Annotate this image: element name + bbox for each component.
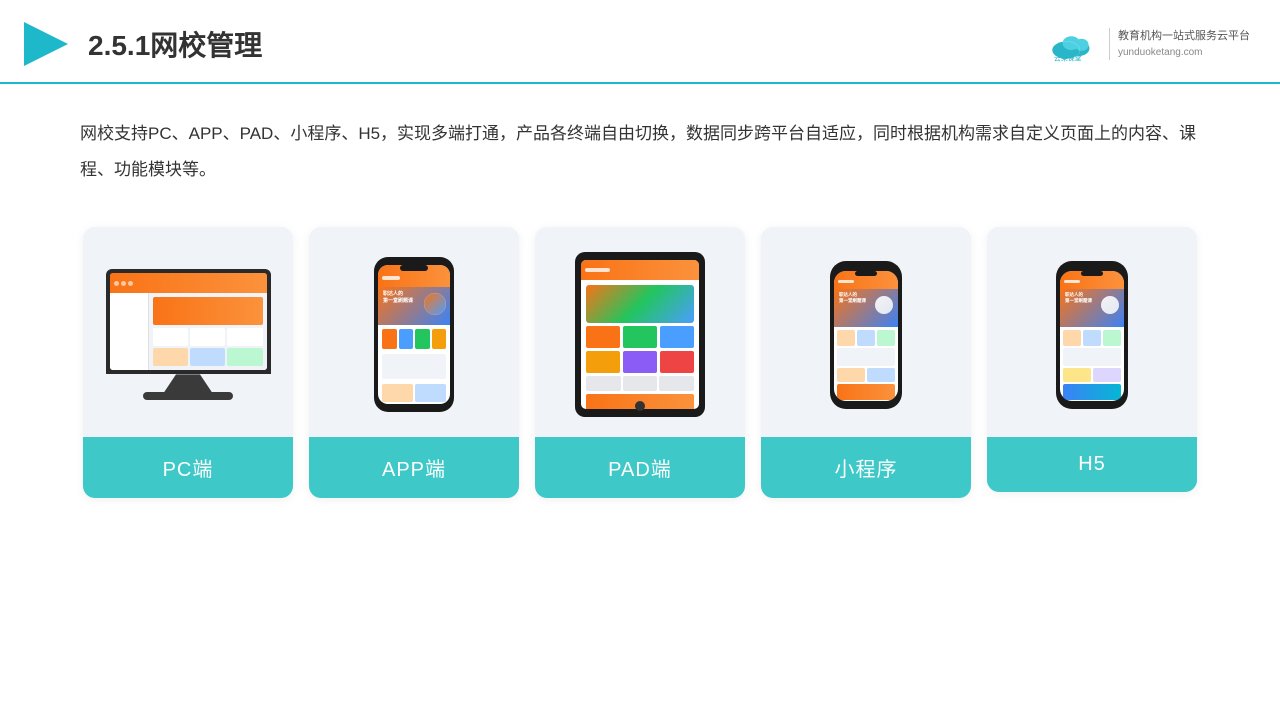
- card-pad: PAD端: [535, 227, 745, 498]
- card-h5-label: H5: [987, 437, 1197, 492]
- card-app: 职达人的第一堂刷题课: [309, 227, 519, 498]
- page-header: 2.5.1网校管理 云朵课堂 教育机构一站式服务云平台 yunduoketang…: [0, 0, 1280, 84]
- logo-text: 教育机构一站式服务云平台 yunduoketang.com: [1109, 28, 1250, 60]
- app-phone-icon: 职达人的第一堂刷题课: [374, 257, 454, 412]
- card-pad-image: [535, 227, 745, 437]
- card-miniapp-label: 小程序: [761, 437, 971, 498]
- card-h5: 职达人的第一堂刷题课: [987, 227, 1197, 492]
- miniapp-phone-icon: 职达人的第一堂刷题课: [830, 261, 902, 409]
- card-app-label: APP端: [309, 437, 519, 498]
- card-pc: PC端: [83, 227, 293, 498]
- description-text: 网校支持PC、APP、PAD、小程序、H5，实现多端打通，产品各终端自由切换，数…: [0, 84, 1280, 207]
- header-left: 2.5.1网校管理: [20, 18, 262, 70]
- card-miniapp-image: 职达人的第一堂刷题课: [761, 227, 971, 437]
- logo-domain: yunduoketang.com: [1118, 45, 1250, 60]
- svg-text:云朵课堂: 云朵课堂: [1054, 53, 1082, 62]
- card-pc-label: PC端: [83, 437, 293, 498]
- card-pc-image: [83, 227, 293, 437]
- cards-container: PC端 职达人的第一堂刷题课: [0, 207, 1280, 498]
- pc-monitor-icon: [106, 269, 271, 400]
- play-icon: [20, 18, 72, 70]
- card-pad-label: PAD端: [535, 437, 745, 498]
- card-h5-image: 职达人的第一堂刷题课: [987, 227, 1197, 437]
- cloud-logo-icon: 云朵课堂: [1047, 25, 1099, 63]
- logo-area: 云朵课堂 教育机构一站式服务云平台 yunduoketang.com: [1047, 25, 1250, 63]
- logo-tagline: 教育机构一站式服务云平台: [1118, 28, 1250, 45]
- pad-ipad-icon: [575, 252, 705, 417]
- page-title: 2.5.1网校管理: [88, 24, 262, 64]
- card-miniapp: 职达人的第一堂刷题课: [761, 227, 971, 498]
- card-app-image: 职达人的第一堂刷题课: [309, 227, 519, 437]
- h5-phone-icon: 职达人的第一堂刷题课: [1056, 261, 1128, 409]
